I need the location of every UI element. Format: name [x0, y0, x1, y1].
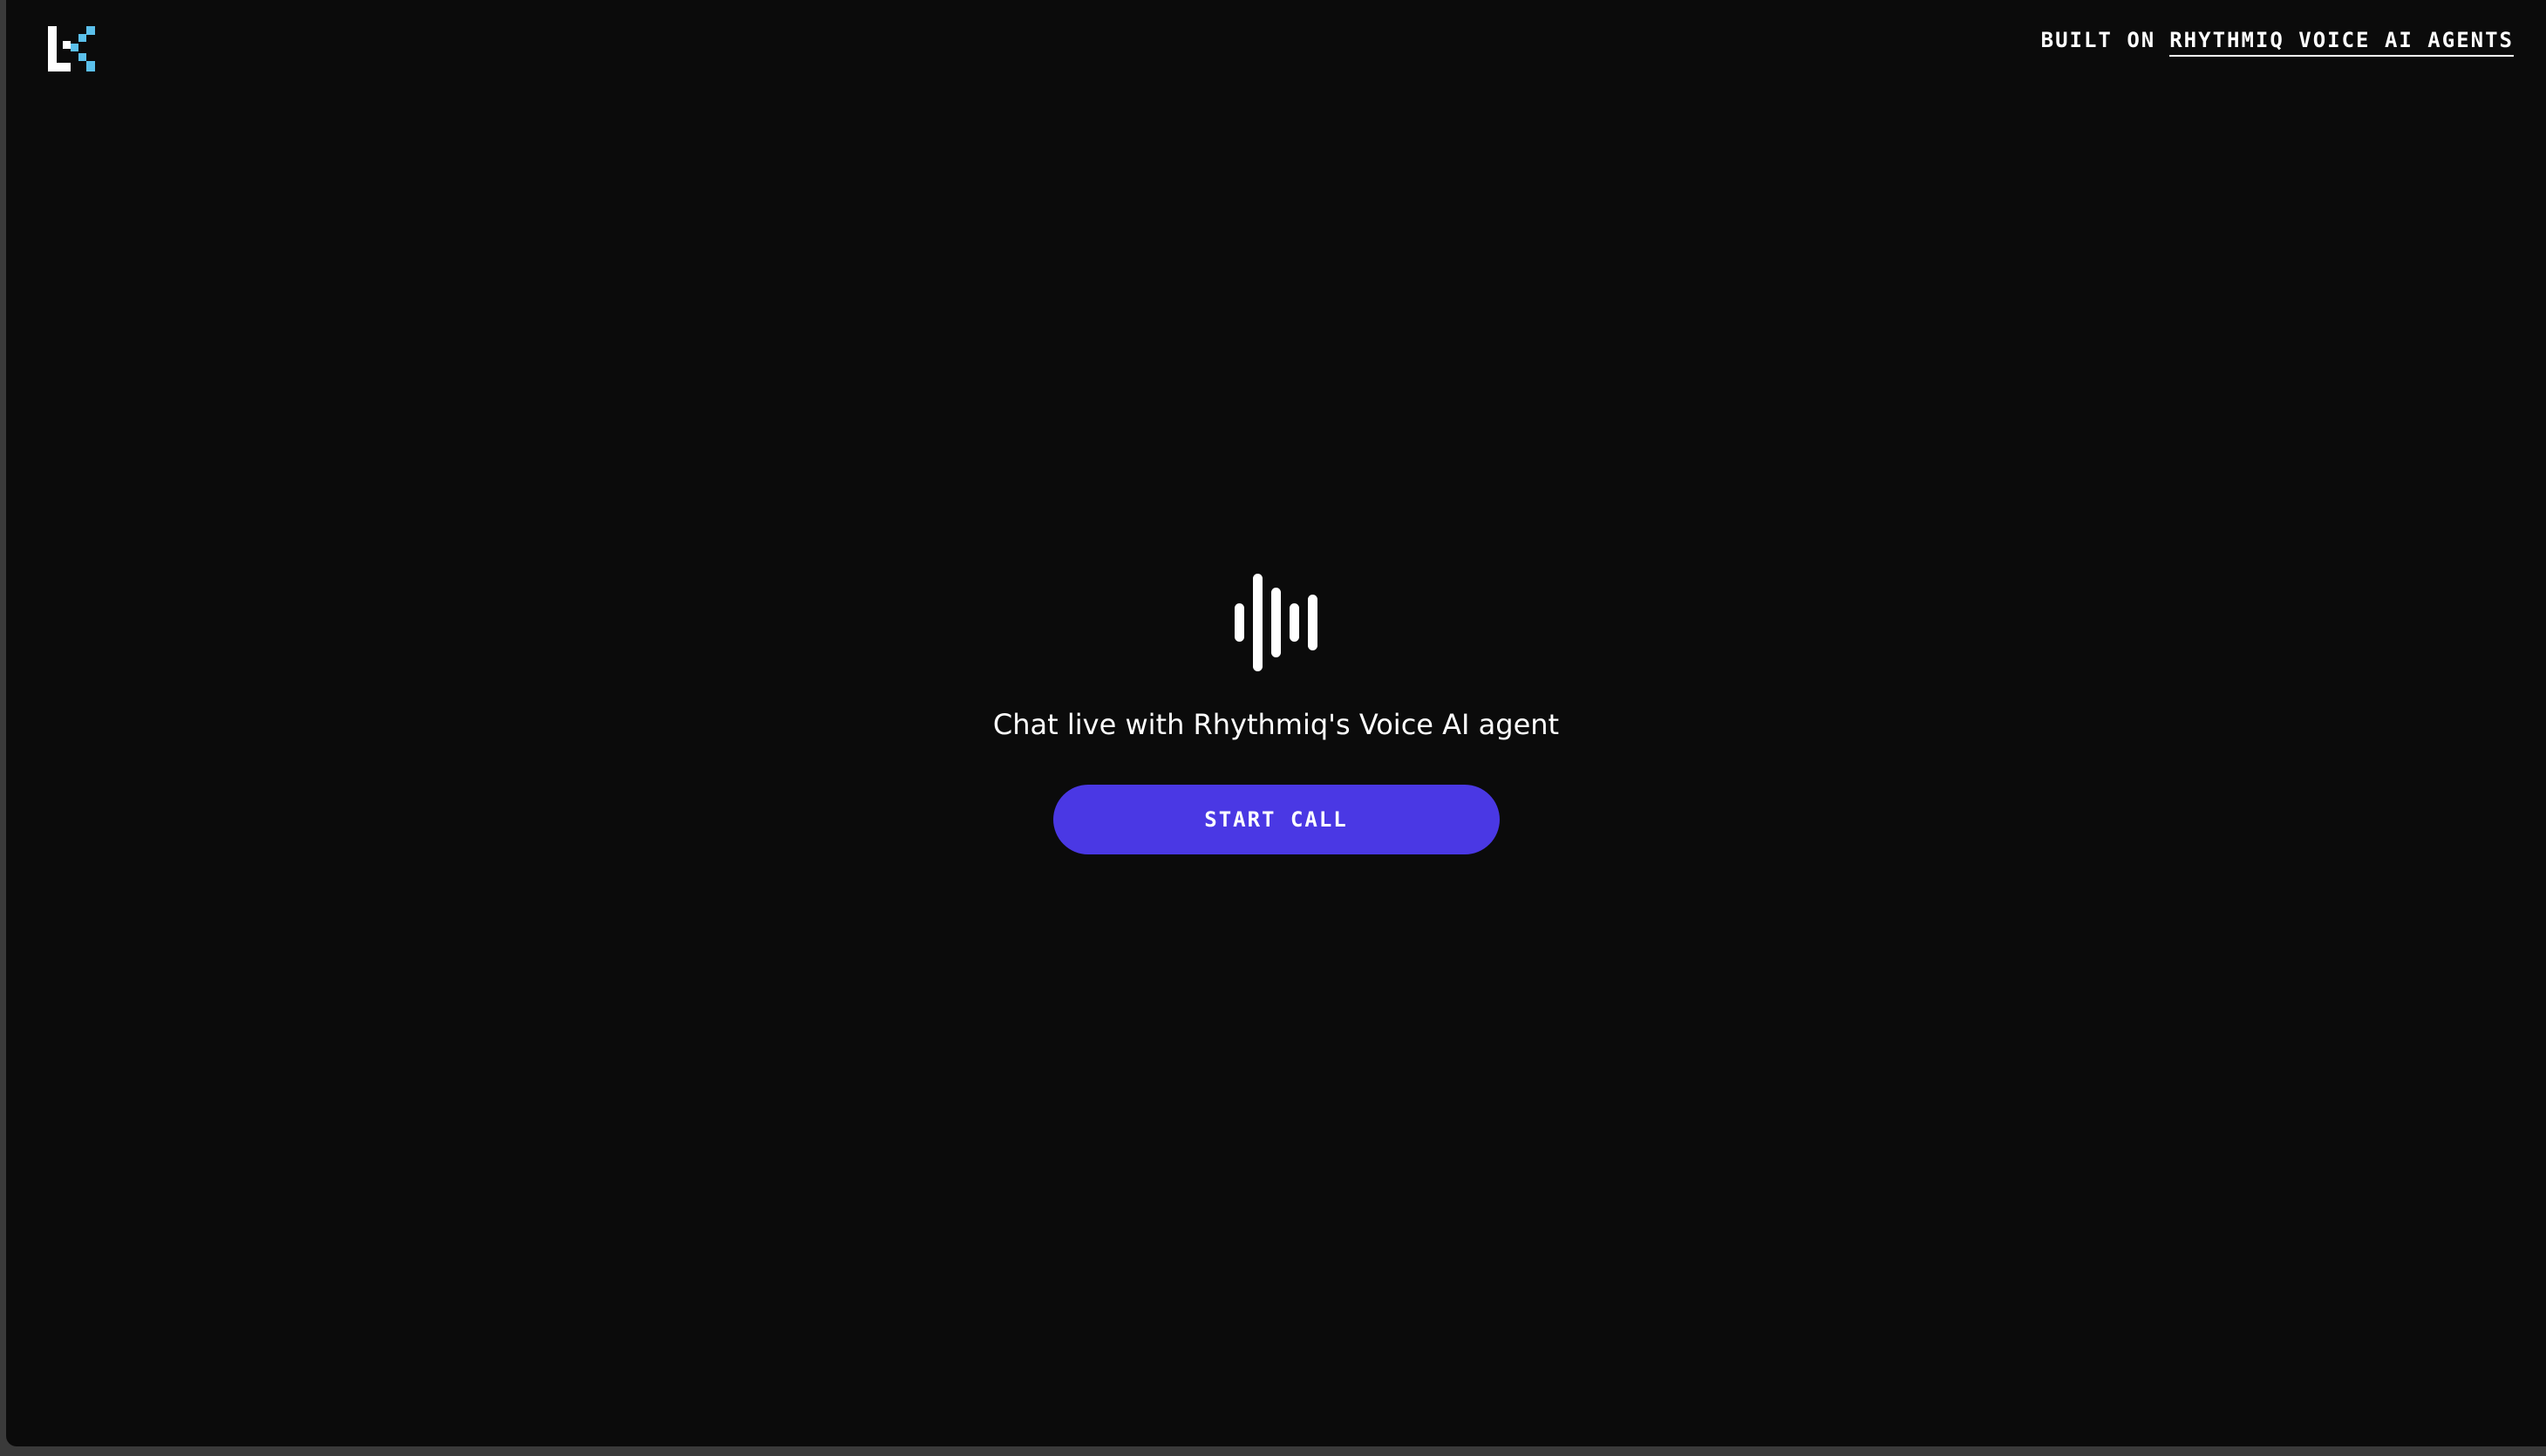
built-on-banner: BUILT ON RHYTHMIQ VOICE AI AGENTS [2040, 28, 2514, 57]
app-window: BUILT ON RHYTHMIQ VOICE AI AGENTS Chat li… [6, 0, 2546, 1446]
rhythmiq-voice-ai-agents-link[interactable]: RHYTHMIQ VOICE AI AGENTS [2169, 28, 2514, 57]
tagline: Chat live with Rhythmiq's Voice AI agent [992, 708, 1560, 741]
start-call-button[interactable]: START CALL [1052, 785, 1500, 854]
lk-logo-icon[interactable] [48, 26, 95, 71]
call-panel: Chat live with Rhythmiq's Voice AI agent… [6, 574, 2546, 854]
audio-waveform-icon [1234, 574, 1317, 671]
built-on-prefix: BUILT ON [2040, 28, 2156, 52]
